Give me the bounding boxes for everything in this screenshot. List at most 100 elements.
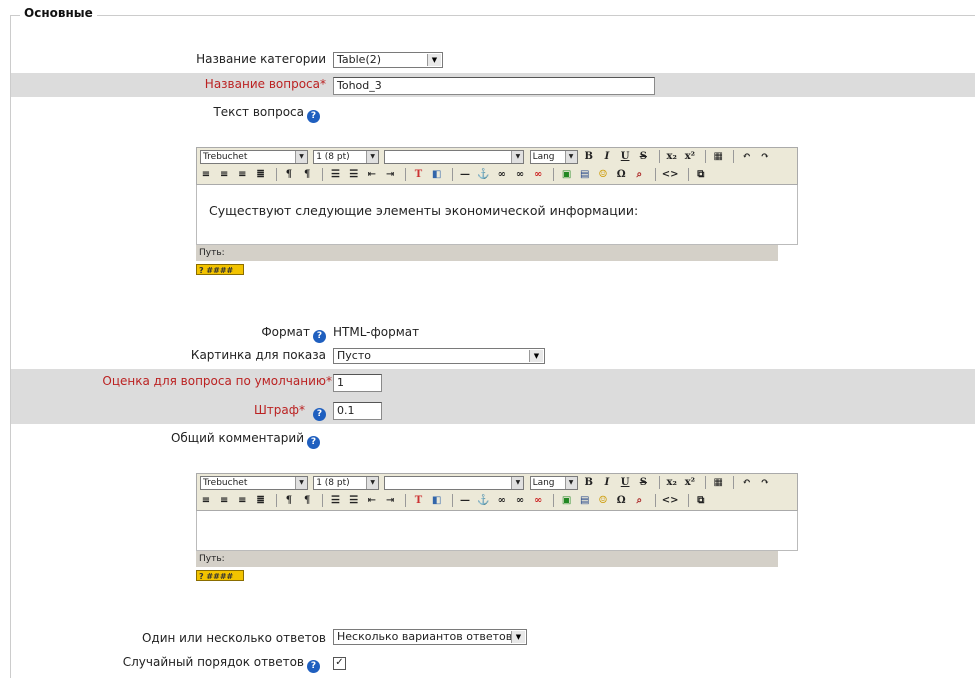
help-icon[interactable]: ? [313, 408, 326, 421]
lang-select[interactable]: Lang ▼ [529, 150, 578, 164]
redo-icon[interactable]: ↷ [759, 476, 771, 490]
rtl-icon[interactable]: ¶ [301, 494, 313, 508]
justify-icon[interactable]: ≣ [255, 494, 267, 508]
strikethrough-icon[interactable]: S [637, 150, 649, 164]
justify-icon[interactable]: ≣ [255, 168, 267, 182]
editor-content-area[interactable]: Существуют следующие элементы экономичес… [196, 185, 798, 245]
italic-icon[interactable]: I [601, 476, 613, 490]
rtl-icon[interactable]: ¶ [301, 168, 313, 182]
link-icon[interactable]: ∞ [496, 494, 508, 508]
search-replace-icon[interactable]: ⌕ [633, 494, 645, 508]
html-source-icon[interactable]: <> [662, 168, 679, 182]
editor-toolbar: Trebuchet ▼ 1 (8 pt) ▼ ▼ Lang ▼ B I U S x₂ … [196, 473, 798, 511]
align-right-icon[interactable]: ≡ [236, 168, 248, 182]
category-select[interactable]: Table(2) ▼ [333, 52, 443, 68]
help-icon[interactable]: ? [307, 110, 320, 123]
ordered-list-icon[interactable]: ☰ [330, 168, 342, 182]
html-source-icon[interactable]: <> [662, 494, 679, 508]
subscript-icon[interactable]: x₂ [666, 150, 678, 164]
font-select[interactable]: Trebuchet ▼ [200, 150, 308, 164]
table-icon[interactable]: ▤ [579, 494, 591, 508]
fullscreen-icon[interactable]: ⧉ [695, 494, 707, 508]
unordered-list-icon[interactable]: ☰ [348, 168, 360, 182]
redo-icon[interactable]: ↷ [759, 150, 771, 164]
underline-icon[interactable]: U [619, 150, 631, 164]
nolink-icon[interactable]: ∞ [532, 494, 544, 508]
outdent-icon[interactable]: ⇤ [366, 168, 378, 182]
fieldset-border-left [10, 15, 11, 678]
anchor-icon[interactable]: ⚓ [477, 168, 489, 182]
help-icon[interactable]: ? [307, 660, 320, 673]
unlink-icon[interactable]: ∞ [514, 168, 526, 182]
align-right-icon[interactable]: ≡ [236, 494, 248, 508]
unordered-list-icon[interactable]: ☰ [348, 494, 360, 508]
subscript-icon[interactable]: x₂ [666, 476, 678, 490]
single-multiple-select[interactable]: Несколько вариантов ответов ▼ [333, 629, 527, 645]
strikethrough-icon[interactable]: S [637, 476, 649, 490]
image-icon[interactable]: ▣ [561, 168, 573, 182]
align-left-icon[interactable]: ≡ [200, 168, 212, 182]
nolink-icon[interactable]: ∞ [532, 168, 544, 182]
ltr-icon[interactable]: ¶ [283, 494, 295, 508]
outdent-icon[interactable]: ⇤ [366, 494, 378, 508]
special-char-icon[interactable]: Ω [615, 494, 627, 508]
search-replace-icon[interactable]: ⌕ [633, 168, 645, 182]
text-color-icon[interactable]: T [412, 494, 424, 508]
align-center-icon[interactable]: ≡ [218, 168, 230, 182]
bold-icon[interactable]: B [583, 150, 595, 164]
clean-word-icon[interactable]: ▦ [712, 150, 724, 164]
style-select[interactable]: ▼ [384, 150, 525, 164]
unlink-icon[interactable]: ∞ [514, 494, 526, 508]
chevron-down-icon: ▼ [529, 350, 543, 362]
superscript-icon[interactable]: x² [684, 150, 696, 164]
keyboard-help-icon[interactable]: ? #### [196, 570, 244, 581]
font-size-select[interactable]: 1 (8 pt) ▼ [313, 476, 380, 490]
default-grade-input[interactable]: 1 [333, 374, 382, 392]
format-label: Формат? [261, 325, 326, 343]
smiley-icon[interactable]: ☺ [597, 494, 609, 508]
help-icon[interactable]: ? [313, 330, 326, 343]
keyboard-help-icon[interactable]: ? #### [196, 264, 244, 275]
lang-select[interactable]: Lang ▼ [529, 476, 578, 490]
link-icon[interactable]: ∞ [496, 168, 508, 182]
format-value: HTML-формат [333, 325, 420, 339]
clean-word-icon[interactable]: ▦ [712, 476, 724, 490]
editor-content-area[interactable] [196, 511, 798, 551]
image-select[interactable]: Пусто ▼ [333, 348, 545, 364]
superscript-icon[interactable]: x² [684, 476, 696, 490]
align-left-icon[interactable]: ≡ [200, 494, 212, 508]
bg-color-icon[interactable]: ◧ [431, 494, 443, 508]
help-icon[interactable]: ? [307, 436, 320, 449]
question-name-input[interactable]: Tohod_3 [333, 77, 655, 95]
penalty-input[interactable]: 0.1 [333, 402, 382, 420]
fullscreen-icon[interactable]: ⧉ [695, 168, 707, 182]
category-label: Название категории [196, 52, 326, 66]
image-icon[interactable]: ▣ [561, 494, 573, 508]
italic-icon[interactable]: I [601, 150, 613, 164]
text-color-icon[interactable]: T [412, 168, 424, 182]
editor-path-bar: Путь: [196, 245, 778, 261]
chevron-down-icon: ▼ [427, 54, 441, 66]
smiley-icon[interactable]: ☺ [597, 168, 609, 182]
indent-icon[interactable]: ⇥ [384, 168, 396, 182]
anchor-icon[interactable]: ⚓ [477, 494, 489, 508]
font-select[interactable]: Trebuchet ▼ [200, 476, 308, 490]
indent-icon[interactable]: ⇥ [384, 494, 396, 508]
html-editor-general-feedback: Trebuchet ▼ 1 (8 pt) ▼ ▼ Lang ▼ B I U S x₂ … [196, 473, 798, 582]
horizontal-rule-icon[interactable]: — [459, 168, 471, 182]
horizontal-rule-icon[interactable]: — [459, 494, 471, 508]
ordered-list-icon[interactable]: ☰ [330, 494, 342, 508]
bold-icon[interactable]: B [583, 476, 595, 490]
align-center-icon[interactable]: ≡ [218, 494, 230, 508]
ltr-icon[interactable]: ¶ [283, 168, 295, 182]
style-select[interactable]: ▼ [384, 476, 525, 490]
table-icon[interactable]: ▤ [579, 168, 591, 182]
font-size-select[interactable]: 1 (8 pt) ▼ [313, 150, 380, 164]
fieldset-legend: Основные [20, 6, 97, 20]
bg-color-icon[interactable]: ◧ [431, 168, 443, 182]
underline-icon[interactable]: U [619, 476, 631, 490]
undo-icon[interactable]: ↶ [741, 476, 753, 490]
special-char-icon[interactable]: Ω [615, 168, 627, 182]
undo-icon[interactable]: ↶ [741, 150, 753, 164]
shuffle-checkbox[interactable]: ✓ [333, 657, 346, 670]
